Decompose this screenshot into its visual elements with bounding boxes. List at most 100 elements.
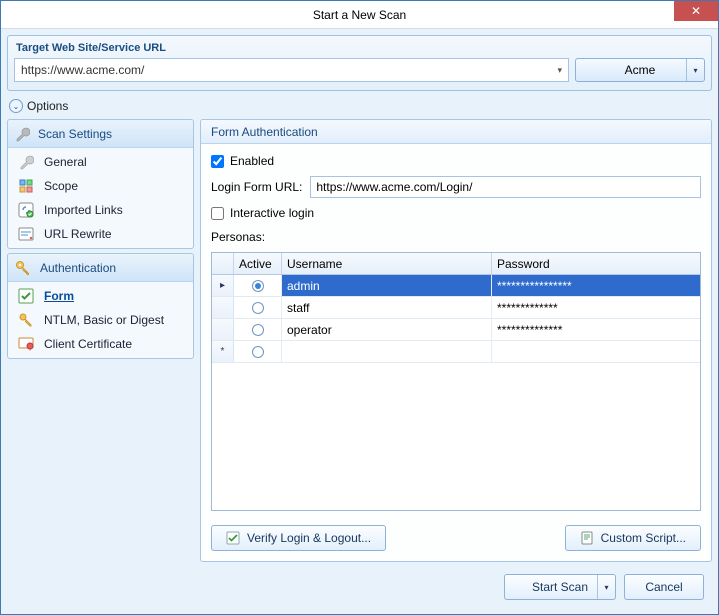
button-label: Cancel [645, 580, 682, 594]
chevron-down-icon: ⌄ [9, 99, 23, 113]
enabled-row: Enabled [211, 154, 701, 168]
form-icon [18, 288, 34, 304]
cell-username[interactable]: operator [282, 319, 492, 340]
cell-password[interactable]: ************** [492, 319, 700, 340]
cell-password[interactable] [492, 341, 700, 362]
verify-icon [226, 531, 240, 545]
options-label: Options [27, 99, 68, 113]
window-title: Start a New Scan [313, 8, 406, 22]
cell-username[interactable]: staff [282, 297, 492, 318]
cell-username[interactable]: admin [282, 275, 492, 296]
sidebar-items-scan: General Scope Imported Links URL Re [8, 148, 193, 248]
dialog-window: Start a New Scan ✕ Target Web Site/Servi… [0, 0, 719, 615]
wrench-icon [14, 126, 30, 142]
titlebar: Start a New Scan ✕ [1, 1, 718, 29]
key-icon [14, 259, 32, 277]
verify-login-button[interactable]: Verify Login & Logout... [211, 525, 386, 551]
sidebar-item-url-rewrite[interactable]: URL Rewrite [8, 222, 193, 246]
table-row[interactable]: staff************* [212, 297, 700, 319]
target-url-label: Target Web Site/Service URL [14, 40, 705, 58]
enabled-label: Enabled [230, 154, 274, 168]
close-icon: ✕ [691, 4, 701, 18]
active-radio[interactable] [252, 302, 264, 314]
wrench-icon [18, 154, 34, 170]
cell-password[interactable]: ************* [492, 297, 700, 318]
row-indicator-new: * [212, 341, 234, 362]
sidebar-item-label: General [44, 155, 87, 169]
table-row-new[interactable]: * [212, 341, 700, 363]
row-indicator [212, 319, 234, 340]
sidebar-header-label: Authentication [40, 261, 116, 275]
sidebar-item-scope[interactable]: Scope [8, 174, 193, 198]
sidebar-item-client-cert[interactable]: Client Certificate [8, 332, 193, 356]
target-url-row: https://www.acme.com/ ▾ Acme ▾ [14, 58, 705, 82]
col-active[interactable]: Active [234, 253, 282, 274]
row-indicator [212, 297, 234, 318]
cancel-button[interactable]: Cancel [624, 574, 704, 600]
close-button[interactable]: ✕ [674, 1, 718, 21]
table-row[interactable]: ▸ admin**************** [212, 275, 700, 297]
interactive-row: Interactive login [211, 206, 701, 220]
sidebar: Scan Settings General Scope [7, 119, 194, 562]
col-username[interactable]: Username [282, 253, 492, 274]
grid-header: Active Username Password [212, 253, 700, 275]
key-icon [18, 312, 34, 328]
sidebar-item-label: Imported Links [44, 203, 123, 217]
cell-active[interactable] [234, 319, 282, 340]
content-area: Target Web Site/Service URL https://www.… [1, 29, 718, 614]
cell-active[interactable] [234, 297, 282, 318]
sidebar-item-label: Form [44, 289, 74, 303]
main-panel-body: Enabled Login Form URL: Interactive logi… [201, 144, 711, 561]
target-url-panel: Target Web Site/Service URL https://www.… [7, 35, 712, 91]
interactive-checkbox[interactable] [211, 207, 224, 220]
main-panel-title: Form Authentication [211, 125, 318, 139]
target-url-value: https://www.acme.com/ [21, 63, 144, 77]
start-scan-button[interactable]: Start Scan ▾ [504, 574, 616, 600]
sidebar-item-imported-links[interactable]: Imported Links [8, 198, 193, 222]
script-icon [580, 531, 594, 545]
sidebar-group-authentication: Authentication Form NTLM, Basic or Diges… [7, 253, 194, 359]
row-indicator: ▸ [212, 275, 234, 296]
col-password[interactable]: Password [492, 253, 700, 274]
dialog-footer: Start Scan ▾ Cancel [7, 566, 712, 608]
custom-script-button[interactable]: Custom Script... [565, 525, 701, 551]
login-url-label: Login Form URL: [211, 180, 302, 194]
chevron-down-icon[interactable]: ▾ [597, 575, 615, 599]
button-label: Verify Login & Logout... [247, 531, 371, 545]
sidebar-header-label: Scan Settings [38, 127, 112, 141]
button-label: Custom Script... [601, 531, 686, 545]
options-toggle[interactable]: ⌄ Options [7, 95, 712, 115]
cell-password[interactable]: **************** [492, 275, 700, 296]
sidebar-item-label: Client Certificate [44, 337, 132, 351]
sidebar-item-form[interactable]: Form [8, 284, 193, 308]
scope-icon [18, 178, 34, 194]
panel-buttons: Verify Login & Logout... Custom Script..… [211, 519, 701, 551]
table-row[interactable]: operator************** [212, 319, 700, 341]
sidebar-header-authentication: Authentication [8, 254, 193, 282]
chevron-down-icon[interactable]: ▾ [686, 59, 704, 81]
cell-active[interactable] [234, 275, 282, 296]
grid-body: ▸admin****************staff*************… [212, 275, 700, 510]
button-label: Start Scan [532, 580, 588, 594]
sidebar-item-ntlm[interactable]: NTLM, Basic or Digest [8, 308, 193, 332]
sidebar-item-general[interactable]: General [8, 150, 193, 174]
profile-dropdown-button[interactable]: Acme ▾ [575, 58, 705, 82]
cell-username[interactable] [282, 341, 492, 362]
active-radio[interactable] [252, 280, 264, 292]
login-url-input[interactable] [310, 176, 701, 198]
personas-grid: Active Username Password ▸admin*********… [211, 252, 701, 511]
sidebar-item-label: NTLM, Basic or Digest [44, 313, 164, 327]
sidebar-group-scan-settings: Scan Settings General Scope [7, 119, 194, 249]
enabled-checkbox[interactable] [211, 155, 224, 168]
interactive-label: Interactive login [230, 206, 314, 220]
active-radio[interactable] [252, 346, 264, 358]
main-panel: Form Authentication Enabled Login Form U… [200, 119, 712, 562]
target-url-input[interactable]: https://www.acme.com/ ▾ [14, 58, 569, 82]
personas-label: Personas: [211, 230, 701, 244]
chevron-down-icon[interactable]: ▾ [557, 65, 562, 76]
sidebar-item-label: URL Rewrite [44, 227, 112, 241]
sidebar-item-label: Scope [44, 179, 78, 193]
active-radio[interactable] [252, 324, 264, 336]
grid-corner [212, 253, 234, 274]
cell-active[interactable] [234, 341, 282, 362]
